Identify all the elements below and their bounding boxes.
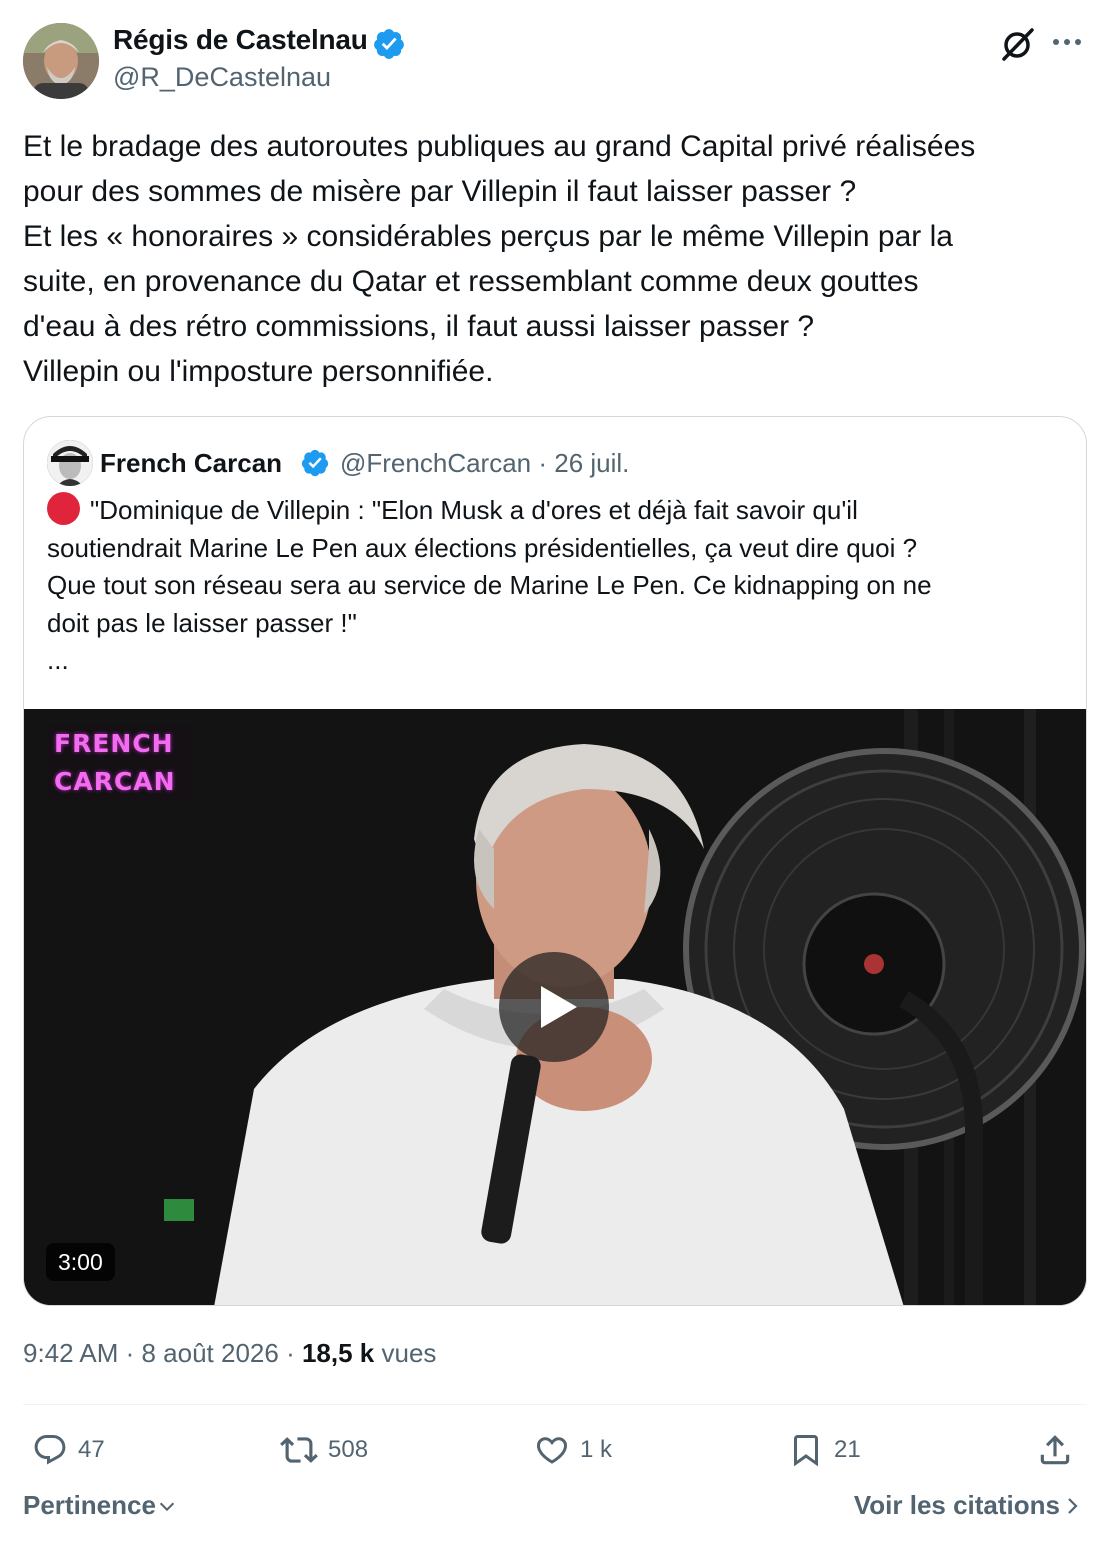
chevron-right-icon [1068, 1497, 1078, 1514]
sort-dropdown[interactable]: Pertinence [23, 1490, 178, 1521]
quoted-author-name[interactable]: French Carcan [100, 448, 282, 479]
quoted-handle-date[interactable]: @FrenchCarcan · 26 juil. [340, 448, 629, 479]
quoted-author-avatar[interactable] [47, 440, 93, 486]
grok-icon[interactable] [998, 24, 1038, 64]
tweet-text-line: pour des sommes de misère par Villepin i… [23, 175, 857, 208]
reply-count: 47 [78, 1436, 105, 1463]
like-button[interactable]: 1 k [534, 1428, 612, 1472]
retweet-count: 508 [328, 1436, 369, 1463]
chevron-down-icon [159, 1502, 175, 1511]
post-meta: 9:42 AM · 8 août 2026 · 18,5 k vues [23, 1338, 436, 1369]
retweet-icon [280, 1437, 318, 1463]
quoted-text-line: Que tout son réseau sera au service de M… [47, 570, 932, 600]
bookmark-count: 21 [834, 1436, 861, 1463]
quoted-tweet-card[interactable]: French Carcan @FrenchCarcan · 26 juil. "… [23, 416, 1087, 1306]
quoted-text-line: doit pas le laisser passer !" [47, 607, 357, 638]
like-icon [536, 1437, 568, 1464]
sort-label: Pertinence [23, 1490, 156, 1520]
video-player[interactable]: FRENCH CARCAN 3:00 [24, 709, 1086, 1305]
play-button[interactable] [499, 952, 609, 1062]
retweet-button[interactable]: 508 [280, 1428, 368, 1472]
quoted-text-line: "Dominique de Villepin : "Elon Musk a d'… [90, 495, 858, 525]
bookmark-button[interactable]: 21 [788, 1428, 861, 1472]
view-quotes-label: Voir les citations [853, 1490, 1060, 1520]
divider [23, 1404, 1087, 1405]
views-count: 18,5 k [301, 1338, 375, 1368]
tweet-text-line: Et le bradage des autoroutes publiques a… [23, 130, 976, 163]
tweet-text-line: suite, en provenance du Qatar et ressemb… [23, 265, 919, 298]
tweet-text: Et le bradage des autoroutes publiques a… [23, 124, 1087, 394]
views-label: vues [374, 1338, 437, 1368]
verified-badge-icon [301, 449, 329, 477]
quoted-text-ellipsis: ... [47, 645, 69, 675]
author-avatar[interactable] [23, 23, 99, 99]
like-count: 1 k [580, 1436, 613, 1463]
red-circle-emoji-icon [47, 492, 80, 525]
author-name[interactable]: Régis de Castelnau [113, 24, 368, 56]
play-icon [541, 986, 577, 1028]
verified-badge-icon [374, 29, 404, 59]
channel-logo: FRENCH CARCAN [48, 725, 192, 801]
share-button[interactable] [1036, 1428, 1084, 1472]
view-quotes-link[interactable]: Voir les citations [854, 1490, 1084, 1521]
bookmark-icon [794, 1435, 818, 1467]
tweet-text-line: d'eau à des rétro commissions, il faut a… [23, 310, 815, 343]
reply-button[interactable]: 47 [32, 1428, 105, 1472]
quoted-text-line: soutiendrait Marine Le Pen aux élections… [47, 532, 918, 563]
video-duration: 3:00 [46, 1243, 115, 1281]
tweet-text-line: Et les « honoraires » considérables perç… [23, 220, 953, 253]
quoted-text: "Dominique de Villepin : "Elon Musk a d'… [47, 492, 1067, 680]
post-timestamp[interactable]: 9:42 AM · 8 août 2026 · [23, 1338, 302, 1368]
tweet-text-line: Villepin ou l'imposture personnifiée. [23, 355, 494, 388]
author-handle[interactable]: @R_DeCastelnau [113, 62, 331, 93]
reply-icon [34, 1435, 66, 1465]
more-icon[interactable] [1050, 34, 1084, 50]
share-icon [1040, 1435, 1070, 1465]
